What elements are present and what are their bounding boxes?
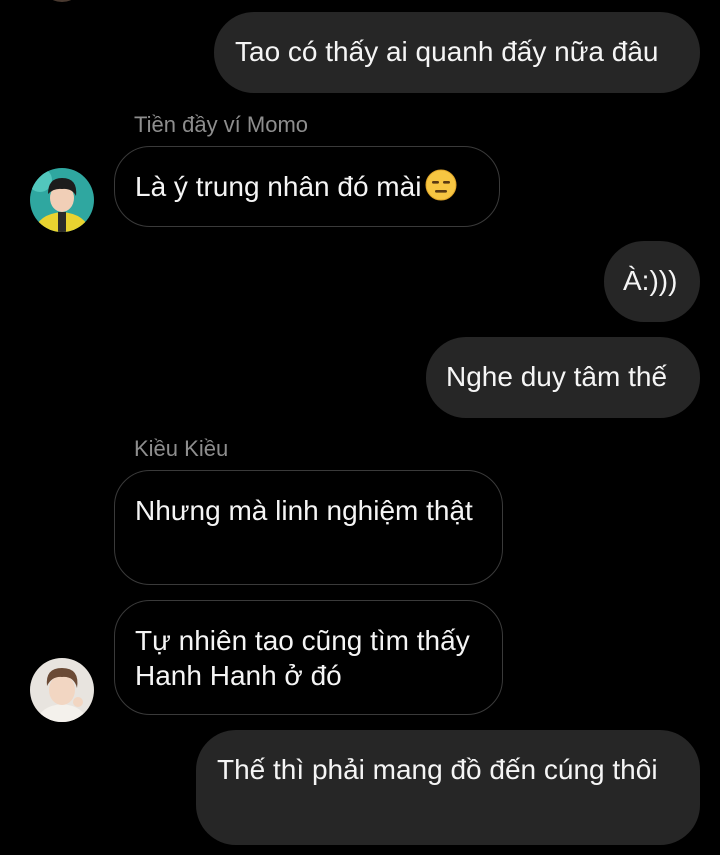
sender-name: Kiều Kiều [134,436,229,461]
message-bubble-incoming[interactable]: Nhưng mà linh nghiệm thật [114,470,503,585]
message-bubble-outgoing[interactable]: À:))) [604,241,700,322]
chat-screen: { "messages": [ {"direction": "outgoing"… [0,0,720,855]
avatar[interactable] [30,658,94,722]
message-text: Là ý trung nhân đó mài [135,171,422,202]
sender-name: Tiền đầy ví Momo [134,112,309,137]
avatar-partial[interactable] [40,0,84,6]
avatar[interactable] [30,168,94,232]
message-text: Nhưng mà linh nghiệm thật [135,495,473,526]
message-bubble-incoming[interactable]: Tự nhiên tao cũng tìm thấy Hanh Hanh ở đ… [114,600,503,715]
message-bubble-incoming[interactable]: Là ý trung nhân đó mài [114,146,500,227]
message-bubble-outgoing[interactable]: Thế thì phải mang đồ đến cúng thôi [196,730,700,845]
message-bubble-outgoing[interactable]: Tao có thấy ai quanh đấy nữa đâu [214,12,700,93]
message-text: À:))) [623,265,678,296]
message-bubble-outgoing[interactable]: Nghe duy tâm thế [426,337,700,418]
message-text: Thế thì phải mang đồ đến cúng thôi [217,754,658,785]
expressionless-face-emoji [425,169,457,201]
message-text: Nghe duy tâm thế [446,361,668,392]
message-text: Tự nhiên tao cũng tìm thấy Hanh Hanh ở đ… [135,625,470,691]
message-text: Tao có thấy ai quanh đấy nữa đâu [235,36,659,67]
